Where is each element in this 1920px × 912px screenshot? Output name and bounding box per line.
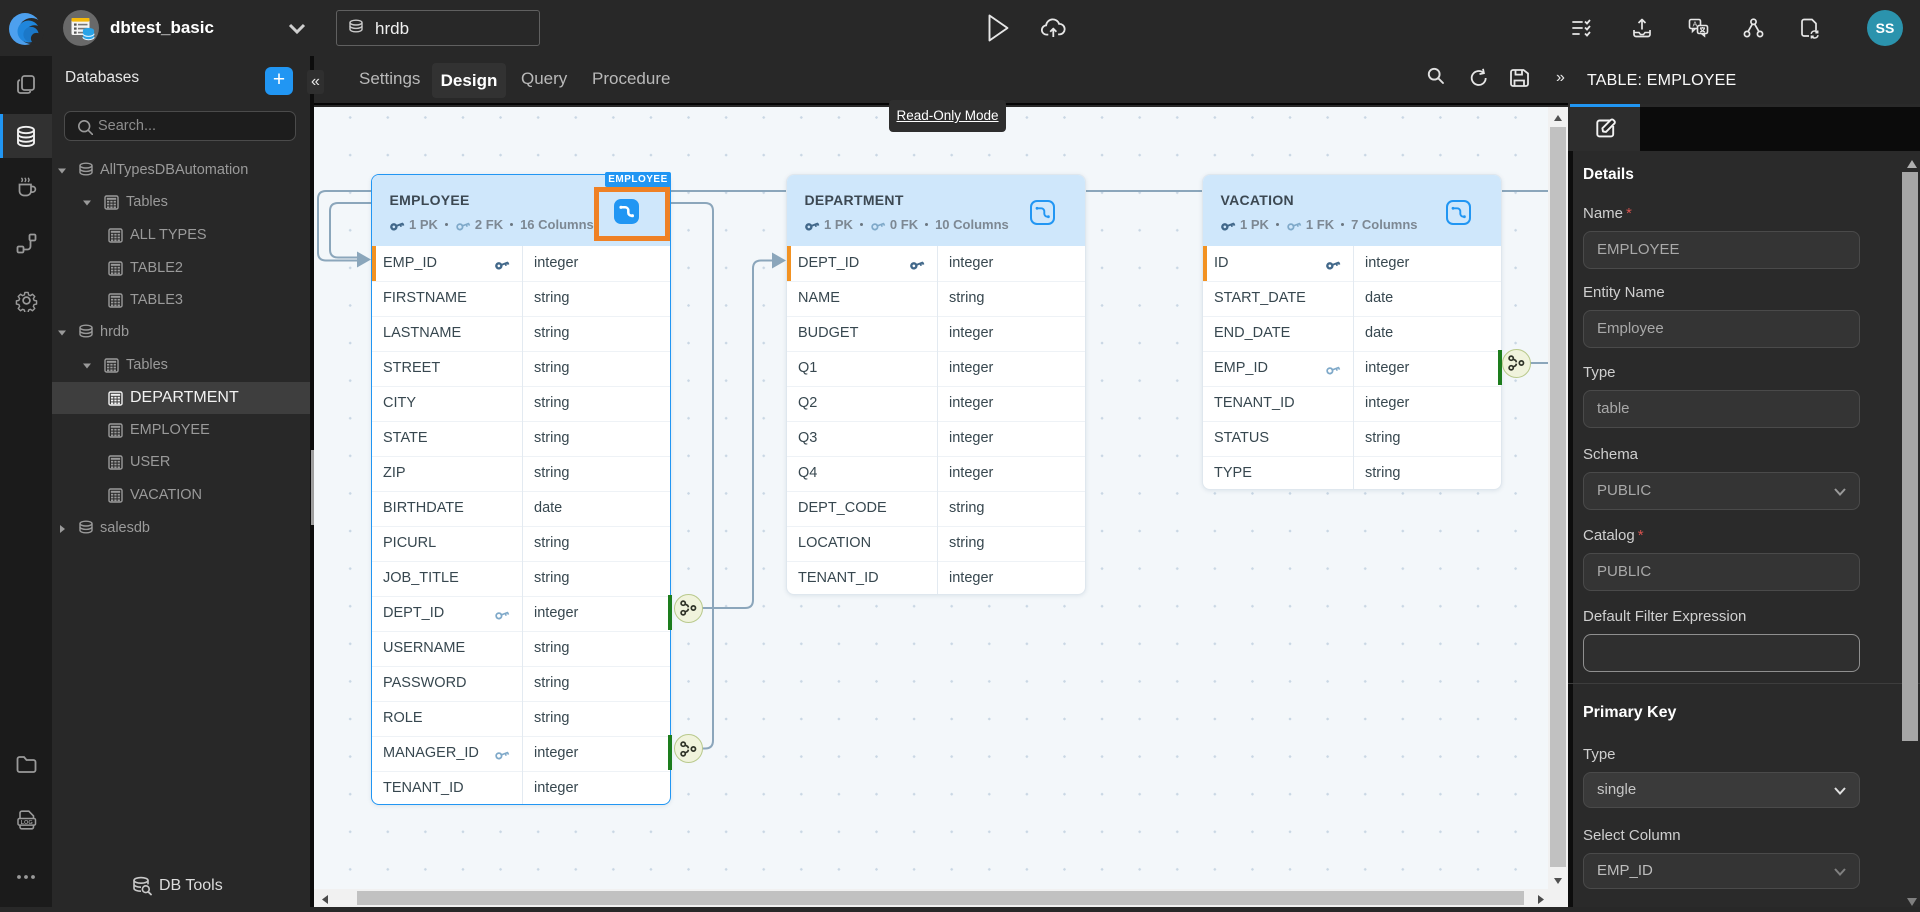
svg-text:LOG: LOG (21, 820, 33, 826)
